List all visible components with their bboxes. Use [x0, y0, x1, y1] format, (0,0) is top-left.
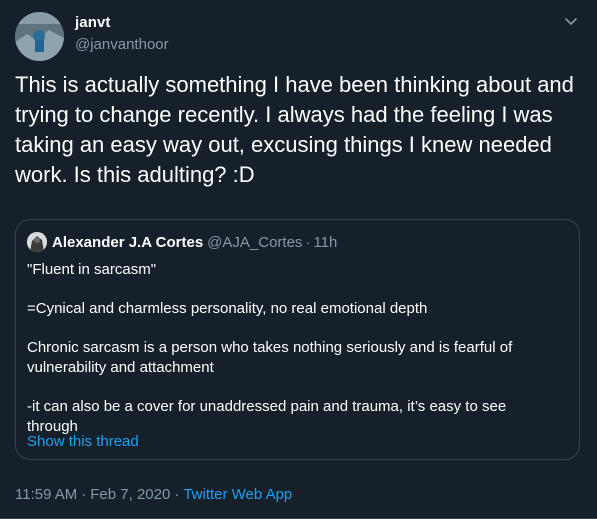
quoted-paragraph: "Fluent in sarcasm" [27, 261, 157, 278]
quoted-author-name: Alexander J.A Cortes [52, 233, 204, 251]
quoted-tweet-card[interactable]: Alexander J.A Cortes @AJA_Cortes · 11h "… [15, 219, 580, 460]
tweet-text: This is actually something I have been t… [15, 72, 574, 187]
quoted-author-handle: @AJA_Cortes [207, 233, 303, 251]
quoted-author-avatar [27, 232, 47, 252]
tweet-time[interactable]: 11:59 AM [15, 486, 77, 503]
show-thread-link[interactable]: Show this thread [27, 433, 139, 450]
tweet-metadata: 11:59 AM · Feb 7, 2020 · Twitter Web App [15, 486, 292, 503]
quoted-paragraph: =Cynical and charmless personality, no r… [27, 300, 428, 317]
author-handle[interactable]: @janvanthoor [75, 36, 169, 53]
quoted-header-separator: · [305, 233, 311, 251]
tweet-source-link[interactable]: Twitter Web App [183, 486, 292, 503]
quoted-tweet-time: 11h [313, 233, 338, 251]
avatar-photo-icon [27, 232, 47, 252]
tweet-date[interactable]: Feb 7, 2020 [90, 486, 170, 503]
avatar-photo-icon [15, 12, 64, 61]
author-avatar[interactable] [15, 12, 64, 61]
tweet-menu-button[interactable] [561, 12, 581, 32]
meta-separator: · [174, 486, 180, 503]
quoted-paragraph: Chronic sarcasm is a person who takes no… [27, 339, 513, 376]
quoted-tweet-body: "Fluent in sarcasm" =Cynical and charmle… [27, 260, 557, 437]
meta-separator: · [81, 486, 87, 503]
chevron-down-icon [565, 18, 577, 25]
quoted-paragraph: -it can also be a cover for unaddressed … [27, 398, 507, 435]
author-display-name[interactable]: janvt [75, 14, 111, 31]
quoted-tweet-header: Alexander J.A Cortes @AJA_Cortes · 11h [27, 232, 337, 252]
